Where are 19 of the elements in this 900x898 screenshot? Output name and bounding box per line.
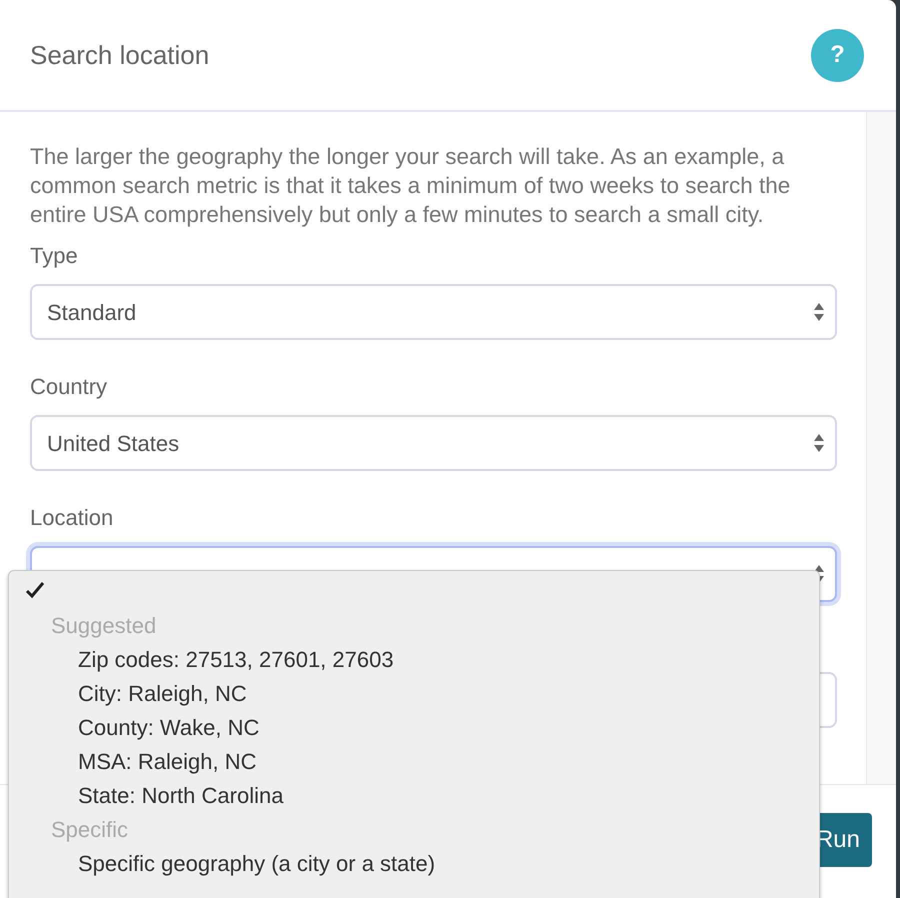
select-field[interactable]: Standard (30, 284, 837, 340)
option-group-label: Specific (50, 816, 130, 844)
select-field[interactable]: United States (30, 415, 837, 471)
select-value: United States (47, 430, 180, 458)
dropdown-option[interactable]: County: Wake, NC (9, 711, 819, 745)
field-label: Type (30, 242, 79, 270)
modal-title: Search location (30, 38, 210, 72)
select-arrows-icon (813, 433, 825, 453)
intro-paragraph: The larger the geography the longer your search will take. As an example, a common search metric is that it takes a minimum of two weeks to search the entire USA comprehensively but only a few minutes to search a small city. (30, 143, 792, 229)
field-label: Location (30, 504, 114, 532)
dropdown-option[interactable]: Zip codes: 27513, 27601, 27603 (9, 643, 819, 677)
dropdown-option[interactable]: State: North Carolina (9, 779, 819, 813)
select-value: Standard (47, 298, 136, 326)
option-group-label: Suggested (50, 612, 158, 640)
field-label: Country (30, 373, 108, 401)
dropdown-option[interactable]: MSA: Raleigh, NC (9, 745, 819, 779)
select-arrows-icon (813, 564, 825, 584)
select-arrows-icon (813, 302, 825, 322)
dropdown-option[interactable]: City: Raleigh, NC (9, 677, 819, 711)
